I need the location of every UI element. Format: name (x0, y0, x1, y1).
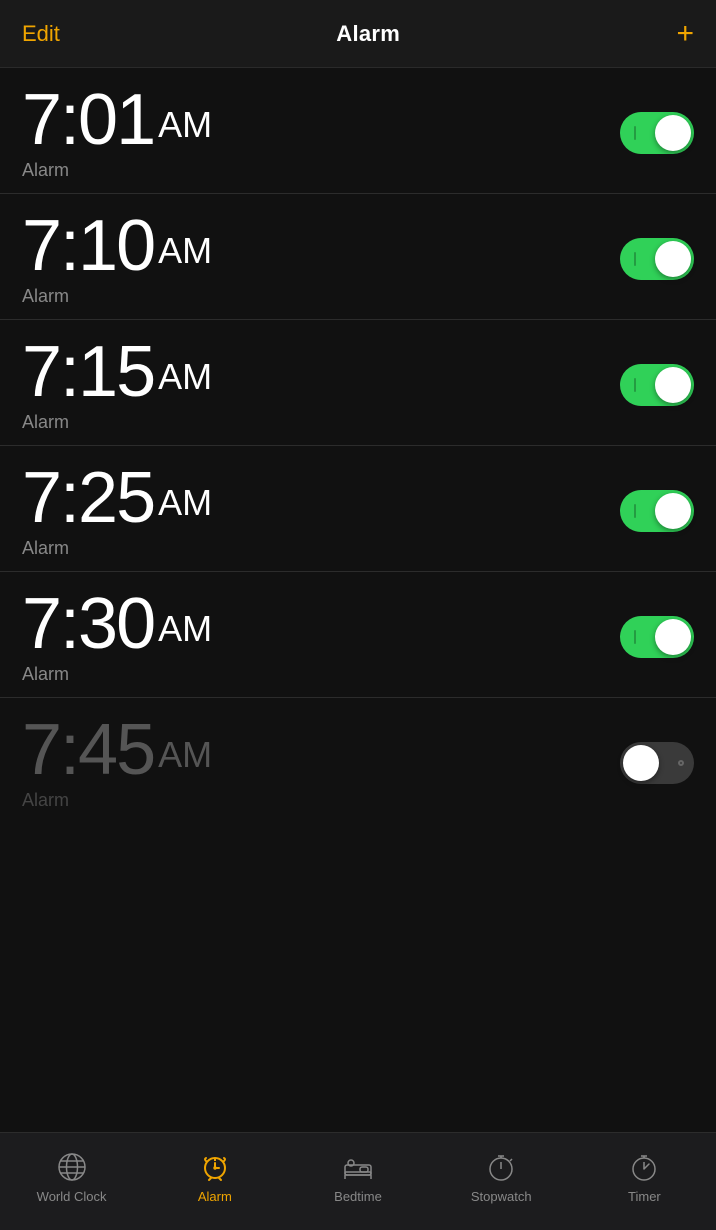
toggle-knob-5 (655, 619, 691, 655)
tab-alarm[interactable]: Alarm (143, 1133, 286, 1230)
alarm-time-1: 7:01AM (22, 84, 212, 156)
alarm-item-2[interactable]: 7:10AM Alarm (0, 194, 716, 320)
alarm-label: Alarm (198, 1189, 232, 1204)
alarm-icon (199, 1151, 231, 1183)
toggle-knob-3 (655, 367, 691, 403)
alarm-item-5[interactable]: 7:30AM Alarm (0, 572, 716, 698)
alarm-time-2: 7:10AM (22, 210, 212, 282)
alarm-label-6: Alarm (22, 790, 212, 811)
alarm-list: 7:01AM Alarm 7:10AM Alarm 7:15AM Alarm 7:25AM A… (0, 68, 716, 1132)
alarm-toggle-4[interactable] (620, 490, 694, 532)
toggle-knob-4 (655, 493, 691, 529)
timer-icon (628, 1151, 660, 1183)
alarm-toggle-2[interactable] (620, 238, 694, 280)
alarm-item-6[interactable]: 7:45AM Alarm (0, 698, 716, 823)
app-header: Edit Alarm + (0, 0, 716, 68)
alarm-label-3: Alarm (22, 412, 212, 433)
world-clock-label: World Clock (37, 1189, 107, 1204)
alarm-toggle-6[interactable] (620, 742, 694, 784)
alarm-time-5: 7:30AM (22, 588, 212, 660)
stopwatch-label: Stopwatch (471, 1189, 532, 1204)
alarm-label-4: Alarm (22, 538, 212, 559)
tab-world-clock[interactable]: World Clock (0, 1133, 143, 1230)
alarm-toggle-1[interactable] (620, 112, 694, 154)
alarm-label-1: Alarm (22, 160, 212, 181)
page-title: Alarm (336, 21, 400, 47)
alarm-time-3: 7:15AM (22, 336, 212, 408)
alarm-toggle-3[interactable] (620, 364, 694, 406)
tab-bedtime[interactable]: Bedtime (286, 1133, 429, 1230)
alarm-info-2: 7:10AM Alarm (22, 210, 212, 307)
toggle-knob-2 (655, 241, 691, 277)
tab-stopwatch[interactable]: Stopwatch (430, 1133, 573, 1230)
bedtime-icon (342, 1151, 374, 1183)
alarm-info-1: 7:01AM Alarm (22, 84, 212, 181)
alarm-info-5: 7:30AM Alarm (22, 588, 212, 685)
bedtime-label: Bedtime (334, 1189, 382, 1204)
edit-button[interactable]: Edit (22, 21, 60, 47)
alarm-label-2: Alarm (22, 286, 212, 307)
timer-label: Timer (628, 1189, 661, 1204)
alarm-info-3: 7:15AM Alarm (22, 336, 212, 433)
alarm-item-1[interactable]: 7:01AM Alarm (0, 68, 716, 194)
alarm-item-4[interactable]: 7:25AM Alarm (0, 446, 716, 572)
tab-bar: World Clock Alarm (0, 1132, 716, 1230)
alarm-info-4: 7:25AM Alarm (22, 462, 212, 559)
alarm-item-3[interactable]: 7:15AM Alarm (0, 320, 716, 446)
world-clock-icon (56, 1151, 88, 1183)
add-alarm-button[interactable]: + (676, 19, 694, 49)
alarm-label-5: Alarm (22, 664, 212, 685)
toggle-knob-6 (623, 745, 659, 781)
stopwatch-icon (485, 1151, 517, 1183)
tab-timer[interactable]: Timer (573, 1133, 716, 1230)
alarm-info-6: 7:45AM Alarm (22, 714, 212, 811)
alarm-time-4: 7:25AM (22, 462, 212, 534)
alarm-time-6: 7:45AM (22, 714, 212, 786)
alarm-toggle-5[interactable] (620, 616, 694, 658)
toggle-knob-1 (655, 115, 691, 151)
